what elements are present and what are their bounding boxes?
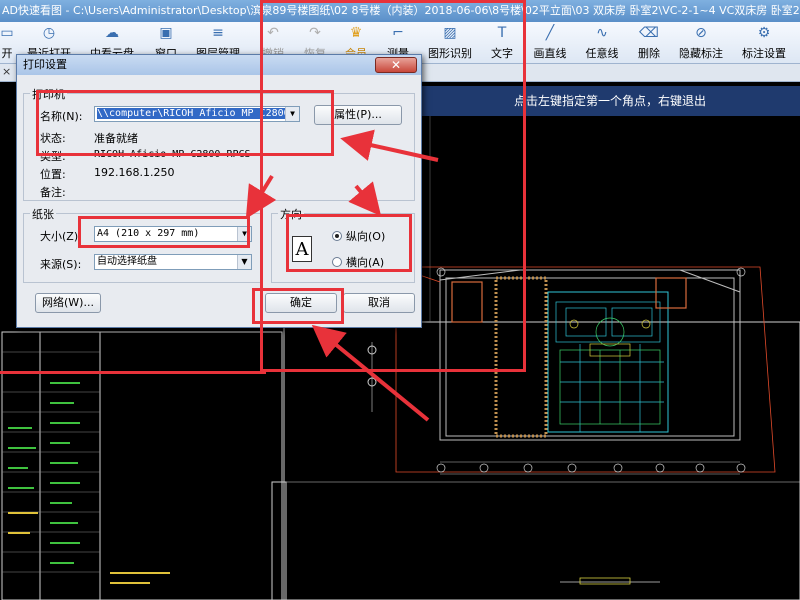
arrow-to-printer [340, 129, 439, 162]
arrow-to-orientation [348, 181, 382, 217]
arrow-to-paper-size [245, 174, 277, 219]
arrow-to-ok [311, 324, 430, 422]
annotation-arrows [245, 129, 439, 422]
